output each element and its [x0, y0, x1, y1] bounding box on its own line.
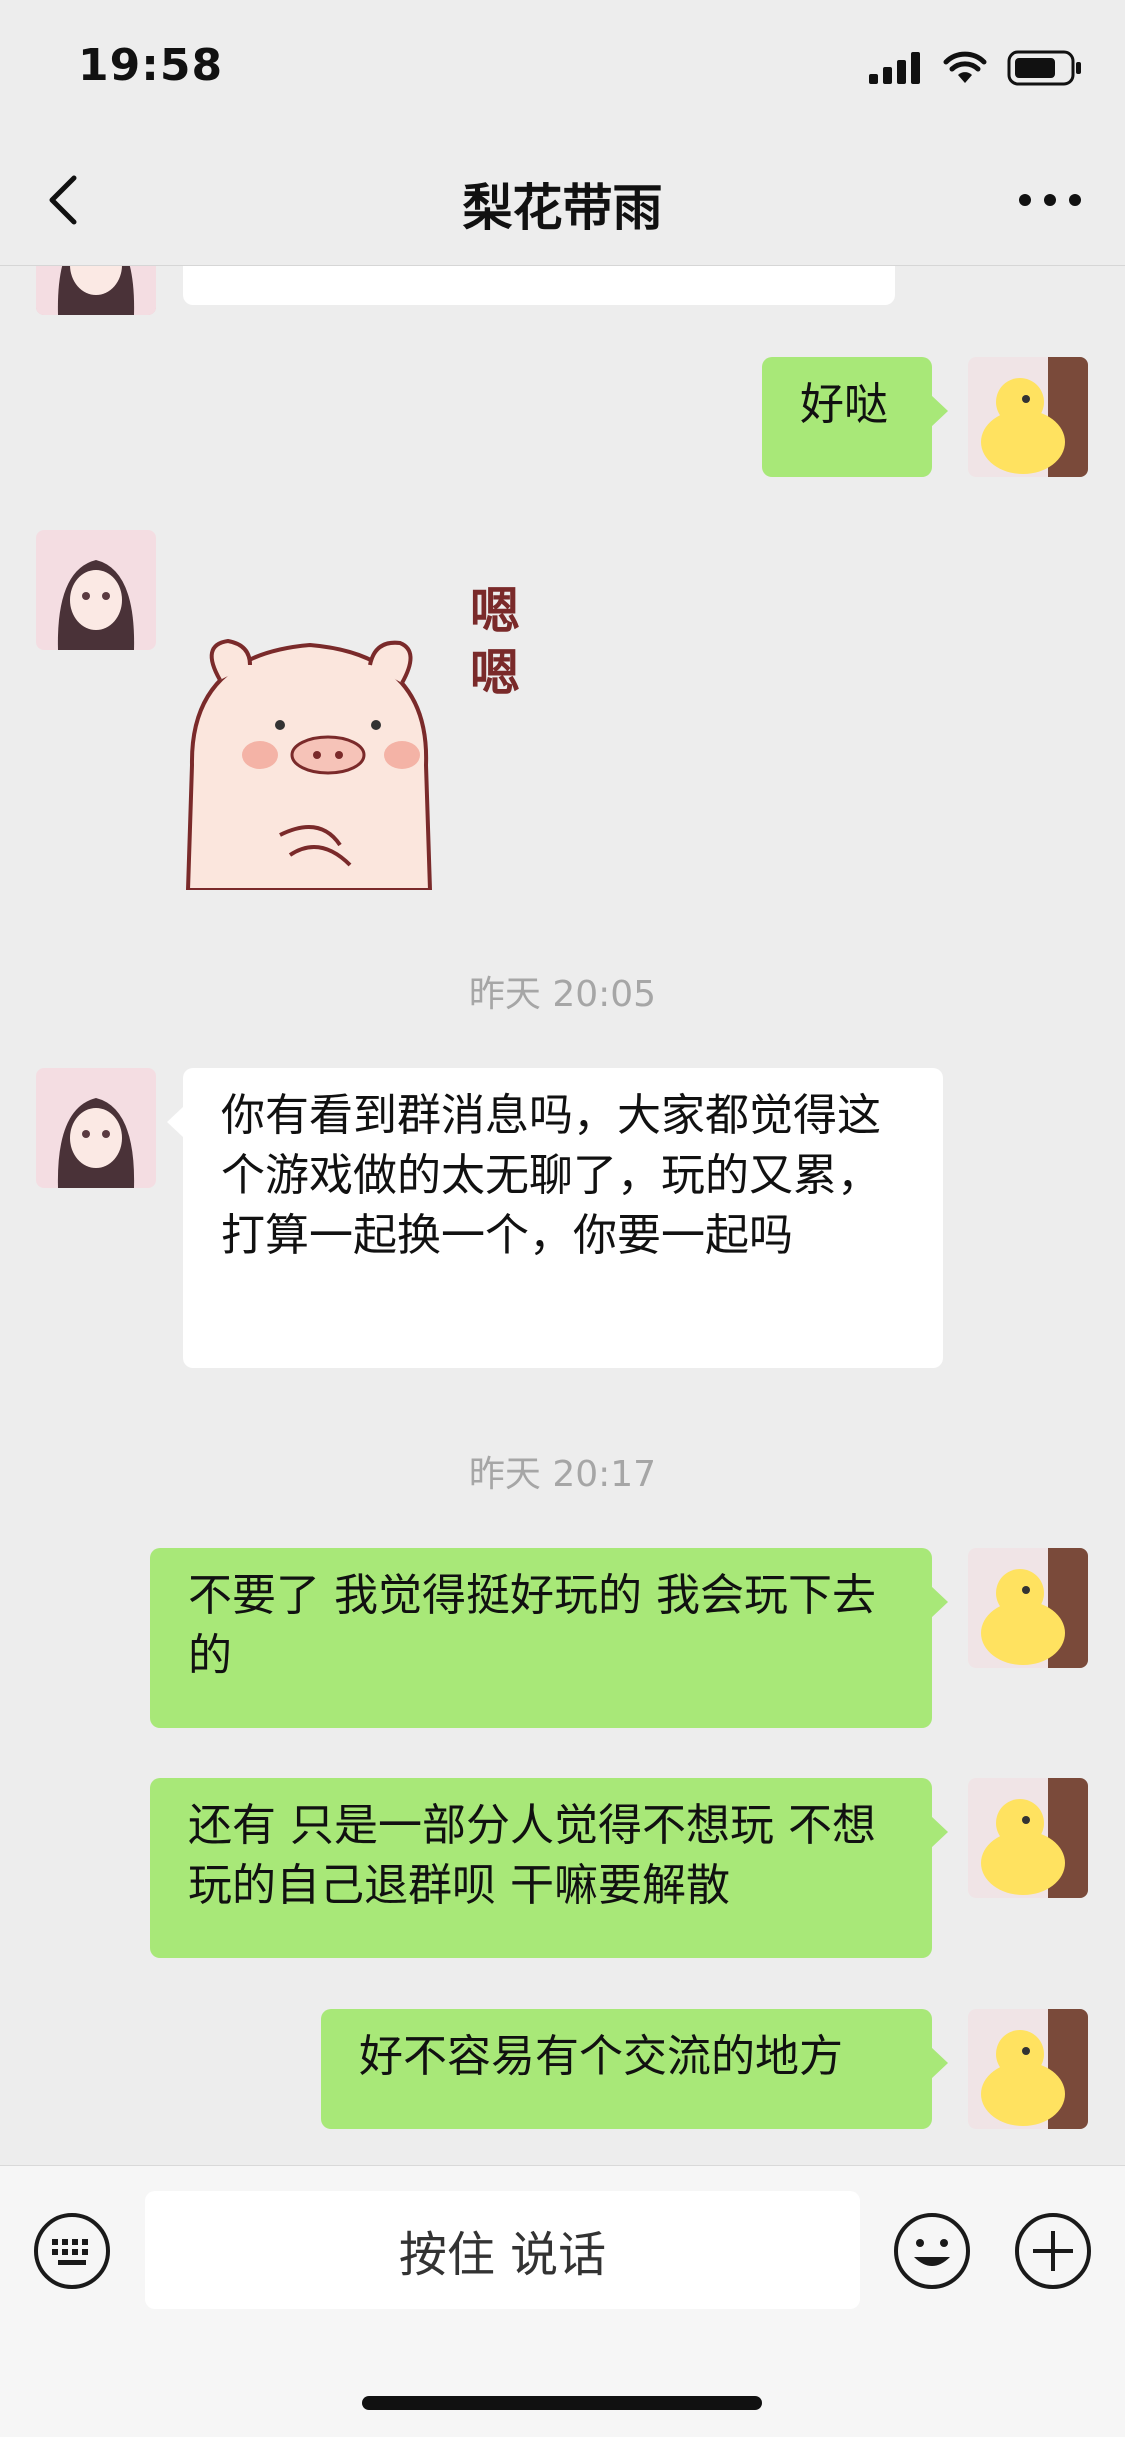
battery-icon — [1007, 50, 1081, 86]
my-avatar[interactable] — [968, 2009, 1088, 2129]
message-text: 好哒 — [800, 379, 888, 430]
message-text: 好不容易有个交流的地方 — [359, 2031, 843, 2082]
contact-avatar[interactable] — [36, 530, 156, 650]
message-bubble-outgoing[interactable]: 不要了 我觉得挺好玩的 我会玩下去的 — [150, 1548, 948, 1728]
home-indicator[interactable] — [362, 2396, 762, 2410]
message-text: 你有看到群消息吗，大家都觉得这个游戏做的太无聊了，玩的又累，打算一起换一个，你要… — [221, 1090, 881, 1261]
status-time: 19:58 — [78, 40, 224, 91]
message-text: 不要了 我觉得挺好玩的 我会玩下去的 — [188, 1570, 876, 1681]
more-icon — [1019, 194, 1081, 206]
signal-icon — [869, 52, 920, 84]
my-avatar[interactable] — [968, 357, 1088, 477]
hold-to-talk-button[interactable]: 按住 说话 — [145, 2191, 860, 2309]
status-bar: 19:58 — [0, 0, 1125, 140]
chat-title: 梨花带雨 — [462, 179, 663, 237]
my-avatar[interactable] — [968, 1778, 1088, 1898]
timestamp: 昨天 20:05 — [468, 974, 657, 1015]
timestamp: 昨天 20:17 — [468, 1454, 657, 1495]
sticker-text: 嗯嗯 — [470, 582, 520, 702]
plus-icon — [1015, 2213, 1091, 2289]
add-button[interactable] — [1013, 2211, 1093, 2291]
chat-area[interactable]: 好哒 嗯嗯 昨天 20:05 你有看到群消息吗，大家都觉得这个游戏做的太无聊了，… — [0, 265, 1125, 2165]
emoji-button[interactable] — [892, 2211, 972, 2291]
contact-avatar[interactable] — [36, 1068, 156, 1188]
sticker-message[interactable]: 嗯嗯 — [180, 582, 560, 892]
wifi-icon — [943, 51, 987, 83]
message-bubble-outgoing[interactable]: 好哒 — [762, 357, 948, 477]
message-bubble-outgoing[interactable]: 好不容易有个交流的地方 — [321, 2009, 948, 2129]
emoji-icon — [894, 2213, 970, 2289]
keyboard-button[interactable] — [32, 2211, 112, 2291]
message-bubble-outgoing[interactable]: 还有 只是一部分人觉得不想玩 不想玩的自己退群呗 干嘛要解散 — [150, 1778, 948, 1958]
contact-avatar[interactable] — [36, 265, 156, 315]
message-bubble-incoming-partial[interactable] — [183, 265, 895, 305]
keyboard-icon — [34, 2213, 110, 2289]
status-icons — [869, 50, 1083, 86]
message-text: 还有 只是一部分人觉得不想玩 不想玩的自己退群呗 干嘛要解散 — [188, 1800, 876, 1911]
message-bubble-incoming[interactable]: 你有看到群消息吗，大家都觉得这个游戏做的太无聊了，玩的又累，打算一起换一个，你要… — [167, 1068, 943, 1368]
my-avatar[interactable] — [968, 1548, 1088, 1668]
navigation-bar: 梨花带雨 — [0, 140, 1125, 266]
more-button[interactable] — [1015, 180, 1085, 220]
